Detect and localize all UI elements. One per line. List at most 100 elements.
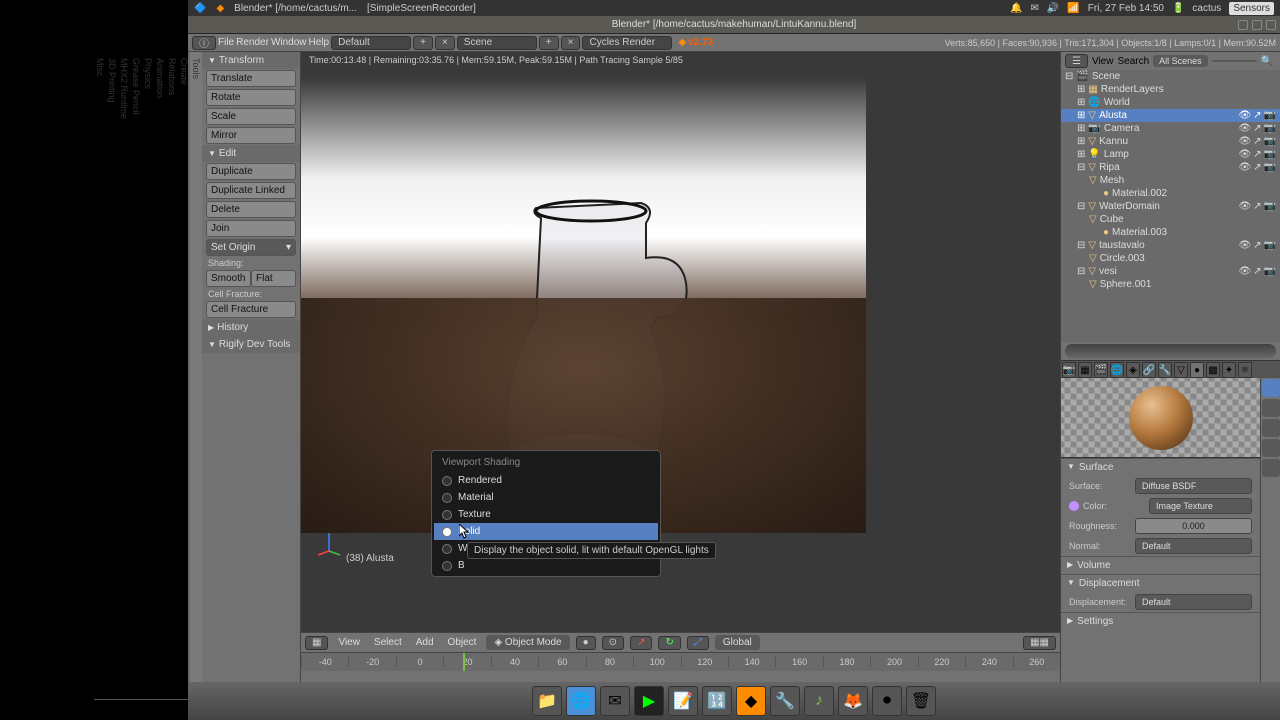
preview-hair-tab[interactable] [1262,459,1280,477]
settings-icon[interactable]: 🔧 [770,686,800,716]
shading-mode-button[interactable]: ● [576,636,596,650]
add-menu[interactable]: Add [412,637,438,648]
tab-animation[interactable]: Animation [154,52,166,700]
outline-circle-003[interactable]: ▽ Circle.003 [1061,252,1280,265]
prop-tab-render[interactable]: 📷 [1062,362,1076,378]
app-menu-icon[interactable]: 🔷 [194,3,206,14]
surface-panel-header[interactable]: ▼Surface [1061,459,1260,476]
tab-3d-printing[interactable]: 3D Printing [106,52,118,700]
scale-button[interactable]: Scale [206,108,296,125]
duplicate-linked-button[interactable]: Duplicate Linked [206,182,296,199]
tab-physics[interactable]: Physics [142,52,154,700]
edit-panel-header[interactable]: ▼Edit [202,145,300,162]
outline-waterdomain[interactable]: ⊟ ▽ WaterDomain👁↗📷 [1061,200,1280,213]
prop-tab-constraints[interactable]: 🔗 [1142,362,1156,378]
object-menu[interactable]: Object [444,637,481,648]
outline-scene[interactable]: ⊟ 🎬 Scene [1061,70,1280,83]
join-button[interactable]: Join [206,220,296,237]
scene-dropdown[interactable]: Scene [457,36,537,50]
editor-type-3dview-icon[interactable]: ▦ [305,636,328,650]
surface-shader-dropdown[interactable]: Diffuse BSDF [1135,478,1252,494]
gimp-icon[interactable]: 🦊 [838,686,868,716]
tab-tools[interactable]: Tools [190,52,202,700]
tab-relations[interactable]: Relations [166,52,178,700]
minimize-button[interactable] [1238,20,1248,30]
window-menu[interactable]: Window [271,37,307,48]
mirror-button[interactable]: Mirror [206,127,296,144]
prop-tab-particles[interactable]: ✦ [1222,362,1236,378]
outline-camera[interactable]: ⊞ 📷 Camera👁↗📷 [1061,122,1280,135]
trash-icon[interactable]: 🗑 [906,686,936,716]
screen-layout-dropdown[interactable]: Default [331,36,411,50]
shading-material[interactable]: Material [434,489,658,506]
outliner-tree[interactable]: ⊟ 🎬 Scene⊞ ▦ RenderLayers⊞ 🌐 World⊞ ▽ Al… [1061,70,1280,342]
outliner-filter-dropdown[interactable]: All Scenes [1153,55,1208,67]
rigify-panel-header[interactable]: ▼Rigify Dev Tools [202,336,300,353]
roughness-field[interactable]: 0.000 [1135,518,1252,534]
prop-tab-layers[interactable]: ▦ [1078,362,1092,378]
cell-fracture-button[interactable]: Cell Fracture [206,301,296,318]
outline-material-003[interactable]: ● Material.003 [1061,226,1280,239]
manipulator-scale-icon[interactable]: ⤢ [687,636,709,650]
tab-misc[interactable]: Misc [94,52,106,700]
battery-icon[interactable]: 🔋 [1172,3,1184,14]
add-layout-button[interactable]: + [413,36,433,50]
taskbar-item[interactable]: Blender* [/home/cactus/m... [234,3,357,14]
shading-bbox[interactable]: B [434,557,658,574]
taskbar-item[interactable]: [SimpleScreenRecorder] [367,3,476,14]
editor-type-outliner-icon[interactable]: ☰ [1065,54,1088,68]
outline-kannu[interactable]: ⊞ ▽ Kannu👁↗📷 [1061,135,1280,148]
displacement-panel-header[interactable]: ▼Displacement [1061,575,1260,592]
rotate-button[interactable]: Rotate [206,89,296,106]
editor-type-icon[interactable]: ⓘ [192,36,216,50]
shading-rendered[interactable]: Rendered [434,472,658,489]
close-button[interactable] [1266,20,1276,30]
sensors-applet[interactable]: Sensors [1229,2,1274,15]
view-menu[interactable]: View [334,637,364,648]
remove-scene-button[interactable]: × [561,36,581,50]
outline-sphere-001[interactable]: ▽ Sphere.001 [1061,278,1280,291]
orientation-dropdown[interactable]: Global [715,635,760,650]
shading-texture[interactable]: Texture [434,506,658,523]
outline-world[interactable]: ⊞ 🌐 World [1061,96,1280,109]
tab-create[interactable]: Create [178,52,190,700]
playhead[interactable] [463,653,465,671]
color-node-dot[interactable] [1069,501,1079,511]
prop-tab-object[interactable]: ◈ [1126,362,1140,378]
object-mode-dropdown[interactable]: ◈ Object Mode [486,635,569,650]
maximize-button[interactable] [1252,20,1262,30]
outline-ripa[interactable]: ⊟ ▽ Ripa👁↗📷 [1061,161,1280,174]
recorder-icon[interactable]: ⏺ [872,686,902,716]
timeline-ruler[interactable]: -40-200204060801001201401601802002202402… [301,653,1060,671]
outline-renderlayers[interactable]: ⊞ ▦ RenderLayers [1061,83,1280,96]
displacement-dropdown[interactable]: Default [1135,594,1252,610]
duplicate-button[interactable]: Duplicate [206,163,296,180]
volume-panel-header[interactable]: ▶Volume [1061,557,1260,574]
prop-tab-scene[interactable]: 🎬 [1094,362,1108,378]
normal-dropdown[interactable]: Default [1135,538,1252,554]
shade-flat-button[interactable]: Flat [251,270,296,287]
manipulator-rotate-icon[interactable]: ↻ [658,636,680,650]
files-icon[interactable]: 📁 [532,686,562,716]
layers-widget[interactable]: ▦▦ [1023,636,1056,650]
editor-icon[interactable]: 📝 [668,686,698,716]
outliner-search-input[interactable] [1212,60,1257,62]
prop-tab-data[interactable]: ▽ [1174,362,1188,378]
prop-tab-world[interactable]: 🌐 [1110,362,1124,378]
help-menu[interactable]: Help [309,37,330,48]
outline-material-002[interactable]: ● Material.002 [1061,187,1280,200]
prop-tab-texture[interactable]: ▩ [1206,362,1220,378]
volume-icon[interactable]: 🔊 [1047,3,1059,14]
prop-tab-material[interactable]: ● [1190,362,1204,378]
preview-cube-tab[interactable] [1262,419,1280,437]
set-origin-dropdown[interactable]: Set Origin▾ [206,239,296,256]
shade-smooth-button[interactable]: Smooth [206,270,251,287]
file-menu[interactable]: File [218,37,234,48]
blender-task-icon[interactable]: ◆ [736,686,766,716]
outline-mesh[interactable]: ▽ Mesh [1061,174,1280,187]
user-label[interactable]: cactus [1192,3,1221,14]
music-icon[interactable]: ♪ [804,686,834,716]
color-input-dropdown[interactable]: Image Texture [1149,498,1252,514]
manipulator-icon[interactable]: ↗ [630,636,652,650]
tool-shelf-tabs[interactable]: Tools Create Relations Animation Physics… [188,52,202,700]
